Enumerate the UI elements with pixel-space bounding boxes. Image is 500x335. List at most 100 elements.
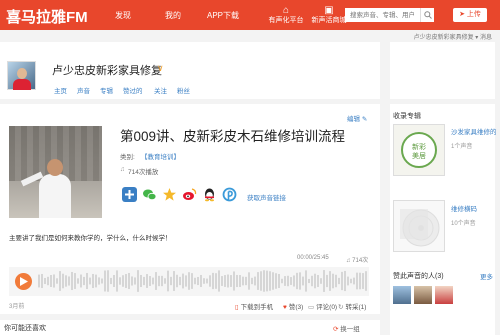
waveform-bar (89, 277, 91, 285)
waveform-bar (50, 275, 52, 287)
waveform-bar (314, 273, 316, 289)
wechat-icon[interactable] (142, 187, 157, 202)
pinterest-icon[interactable] (222, 187, 237, 202)
waveform-bar (104, 270, 106, 292)
weibo-icon[interactable] (182, 187, 197, 202)
waveform-bar (116, 270, 118, 292)
tab-sounds[interactable]: 声音 (77, 85, 90, 95)
waveform-bar (338, 277, 340, 285)
tab-albums[interactable]: 专辑 (100, 85, 113, 95)
waveform-bar (137, 270, 139, 292)
waveform-bar (251, 277, 253, 285)
fan-avatar[interactable] (393, 286, 411, 304)
svg-text:新彩: 新彩 (412, 142, 426, 151)
waveform-bar (353, 277, 355, 285)
heart-icon: ♥ (283, 304, 287, 311)
waveform-bar (320, 278, 322, 284)
avatar[interactable] (7, 61, 36, 90)
site-logo[interactable]: 喜马拉雅FM (6, 6, 88, 27)
tab-fans[interactable]: 粉丝 (177, 85, 190, 95)
waveform-bar (194, 277, 196, 285)
waveform-bar (260, 271, 262, 291)
waveform-bar (140, 274, 142, 288)
waveform-bar (74, 273, 76, 289)
get-audio-link[interactable]: 获取声音链接 (247, 192, 286, 202)
like-button[interactable]: ♥ 赞(3) (283, 301, 303, 311)
waveform-bar (98, 277, 100, 285)
tab-liked[interactable]: 赞过的 (123, 85, 143, 95)
waveform-bar (239, 275, 241, 287)
waveform-seekbar[interactable] (38, 268, 368, 294)
current-user-link[interactable]: 卢少忠皮新彩家具修复 (414, 35, 474, 41)
profile-name[interactable]: 卢少忠皮新彩家具修复 (52, 62, 162, 78)
nav-mine[interactable]: 我的 (165, 10, 181, 21)
waveform-bar (182, 273, 184, 289)
more-link[interactable]: 更多 (480, 271, 493, 281)
nav-app-download[interactable]: APP下载 (207, 10, 239, 21)
share-plus-icon[interactable] (122, 187, 137, 202)
waveform-bar (41, 273, 43, 289)
albums-title: 收录专辑 (393, 113, 421, 120)
waveform-bar (242, 276, 244, 286)
swap-button[interactable]: ⟳ 换一组 (333, 323, 360, 333)
fan-avatar[interactable] (414, 286, 432, 304)
recommend-title: 你可能还喜欢 (4, 325, 46, 332)
waveform-bar (164, 278, 166, 284)
waveform-bar (230, 275, 232, 287)
user-dropdown-icon[interactable]: ▾ (475, 35, 478, 41)
waveform-bar (113, 275, 115, 287)
search-input[interactable] (345, 8, 420, 22)
waveform-bar (350, 278, 352, 284)
waveform-bar (344, 270, 346, 292)
upload-button[interactable]: ➤ 上传 (453, 8, 487, 22)
waveform-bar (269, 271, 271, 291)
edit-link[interactable]: 编辑 ✎ (347, 113, 367, 123)
download-to-phone-button[interactable]: ▯ 下载到手机 (235, 301, 273, 311)
search-button[interactable] (420, 8, 434, 22)
category-link[interactable]: 【教育培训】 (141, 151, 180, 161)
waveform-bar (284, 276, 286, 286)
nav-discover[interactable]: 发现 (115, 10, 131, 21)
album-name-1[interactable]: 沙发家具维修的 (451, 126, 497, 136)
qq-icon[interactable] (202, 187, 217, 202)
forward-button[interactable]: ↻ 转采(1) (338, 301, 366, 311)
comment-button[interactable]: ▭ 评论(0) (308, 301, 337, 311)
waveform-bar (362, 273, 364, 289)
waveform-bar (272, 272, 274, 290)
waveform-bar (203, 278, 205, 284)
album-name-2[interactable]: 维修横码 (451, 203, 477, 213)
waveform-bar (347, 276, 349, 286)
waveform-bar (290, 277, 292, 285)
waveform-bar (302, 276, 304, 286)
album-count-2: 10个声音 (451, 221, 476, 227)
waveform-bar (293, 275, 295, 287)
tab-following[interactable]: 关注 (154, 85, 167, 95)
tab-home[interactable]: 主页 (54, 85, 67, 95)
waveform-bar (143, 276, 145, 286)
waveform-bar (209, 275, 211, 287)
fan-avatar[interactable] (435, 286, 453, 304)
album-thumb-2[interactable] (393, 200, 445, 252)
verified-badge-icon: ∨ (157, 63, 164, 73)
waveform-bar (212, 272, 214, 290)
waveform-bar (224, 275, 226, 287)
waveform-bar (266, 270, 268, 292)
play-button[interactable] (15, 273, 32, 290)
messages-link[interactable]: 消息 (480, 35, 492, 41)
divider (0, 314, 380, 320)
category-label: 类别: (120, 154, 135, 161)
qzone-star-icon[interactable] (162, 187, 177, 202)
profile-side-panel (390, 42, 495, 99)
waveform-bar (323, 270, 325, 292)
waveform-bar (56, 278, 58, 284)
waveform-bar (107, 270, 109, 292)
phone-icon: ▯ (235, 304, 239, 311)
waveform-bar (365, 271, 367, 291)
waveform-bar (122, 275, 124, 287)
album-thumb-1[interactable]: 新彩 美居 (393, 124, 445, 176)
waveform-bar (263, 270, 265, 292)
waveform-bar (179, 276, 181, 286)
waveform-bar (110, 277, 112, 285)
waveform-bar (68, 276, 70, 286)
waveform-bar (185, 275, 187, 287)
